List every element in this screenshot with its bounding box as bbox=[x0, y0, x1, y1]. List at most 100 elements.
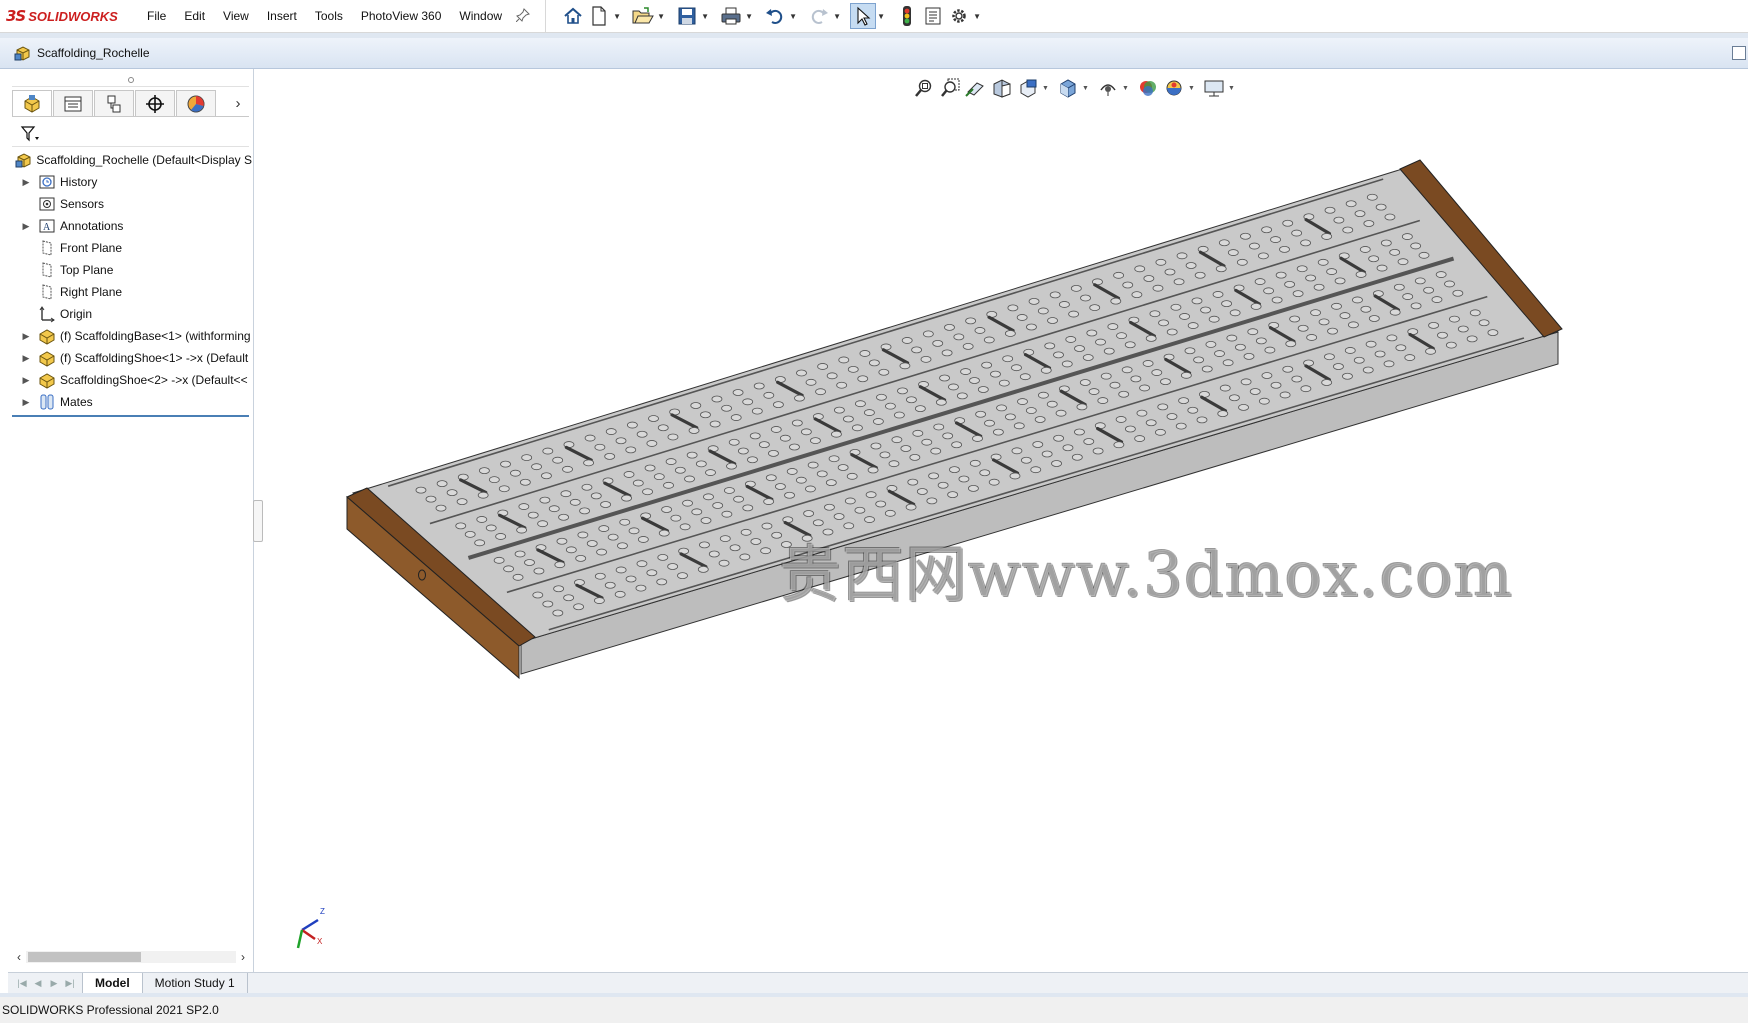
scroll-left-icon[interactable]: ‹ bbox=[12, 950, 26, 964]
first-tab-icon[interactable]: |◀ bbox=[14, 978, 30, 989]
new-document-dropdown-icon[interactable]: ▼ bbox=[612, 3, 622, 29]
redo-dropdown-icon[interactable]: ▼ bbox=[832, 3, 842, 29]
last-tab-icon[interactable]: ▶| bbox=[62, 978, 78, 989]
plank-dimple bbox=[1113, 271, 1125, 279]
tree-item-label: Mates bbox=[60, 395, 93, 409]
plank-dimple bbox=[1300, 239, 1311, 247]
menu-edit[interactable]: Edit bbox=[175, 0, 214, 33]
tree-item[interactable]: ▶ History bbox=[8, 171, 252, 193]
graphics-area[interactable]: ▼ ▼ ▼ ▼ ▼ 贵西网www.3dmox.com Z X bbox=[255, 69, 1748, 972]
tree-item[interactable]: ▶Top Plane bbox=[8, 259, 252, 281]
plank-dimple bbox=[688, 427, 700, 434]
print-icon[interactable] bbox=[718, 3, 744, 29]
next-tab-icon[interactable]: ▶ bbox=[46, 978, 62, 989]
redo-icon[interactable] bbox=[806, 3, 832, 29]
plank-dimple bbox=[1334, 277, 1346, 285]
pin-menu-icon[interactable] bbox=[513, 7, 533, 25]
menu-photoview-360[interactable]: PhotoView 360 bbox=[352, 0, 451, 33]
menu-view[interactable]: View bbox=[214, 0, 258, 33]
more-tabs-chevron-icon[interactable]: › bbox=[227, 90, 249, 116]
plank-dimple bbox=[988, 478, 1000, 486]
plank-dimple bbox=[763, 391, 775, 399]
property-manager-tab-icon[interactable] bbox=[53, 90, 93, 116]
tab-model[interactable]: Model bbox=[82, 973, 143, 993]
menu-file[interactable]: File bbox=[138, 0, 175, 33]
dimxpert-manager-tab-icon[interactable] bbox=[135, 90, 175, 116]
rebuild-icon[interactable] bbox=[894, 3, 920, 29]
plank-dimple bbox=[1395, 344, 1407, 352]
home-icon[interactable] bbox=[560, 3, 586, 29]
plank-dimple bbox=[907, 478, 919, 486]
plank-dimple bbox=[1219, 384, 1231, 392]
plank-dimple bbox=[1201, 365, 1213, 373]
plank-dimple bbox=[661, 506, 673, 513]
tree-item[interactable]: ▶ (f) ScaffoldingShoe<1> ->x (Default bbox=[8, 347, 252, 369]
print-dropdown-icon[interactable]: ▼ bbox=[744, 3, 754, 29]
tree-item[interactable]: ▶Sensors bbox=[8, 193, 252, 215]
expand-arrow-icon[interactable]: ▶ bbox=[20, 221, 32, 232]
expand-arrow-icon[interactable]: ▶ bbox=[20, 353, 32, 364]
plank-dimple bbox=[1061, 360, 1073, 368]
tree-item[interactable]: ▶Front Plane bbox=[8, 237, 252, 259]
plank-dimple bbox=[1366, 193, 1378, 201]
configuration-manager-tab-icon[interactable] bbox=[94, 90, 134, 116]
prev-tab-icon[interactable]: ◀ bbox=[30, 978, 46, 989]
filter-icon[interactable] bbox=[20, 125, 40, 143]
save-dropdown-icon[interactable]: ▼ bbox=[700, 3, 710, 29]
plank-dimple bbox=[914, 405, 926, 413]
plank-dimple bbox=[996, 404, 1007, 412]
menu-window[interactable]: Window bbox=[450, 0, 511, 33]
feature-manager-tab-icon[interactable] bbox=[12, 90, 52, 116]
menu-insert[interactable]: Insert bbox=[258, 0, 306, 33]
plank-dimple bbox=[846, 472, 858, 480]
expand-arrow-icon[interactable]: ▶ bbox=[20, 177, 32, 188]
plank-dimple bbox=[897, 387, 908, 395]
restore-window-icon[interactable] bbox=[1732, 46, 1746, 60]
undo-dropdown-icon[interactable]: ▼ bbox=[788, 3, 798, 29]
tree-filter[interactable] bbox=[12, 121, 249, 147]
scroll-thumb[interactable] bbox=[28, 952, 141, 962]
expand-arrow-icon[interactable]: ▶ bbox=[20, 331, 32, 342]
tree-root-assembly[interactable]: ▶Scaffolding_Rochelle (Default<Display S bbox=[8, 149, 252, 171]
tree-item-label: Top Plane bbox=[60, 263, 114, 277]
tree-item[interactable]: ▶ (f) ScaffoldingBase<1> (withforming bbox=[8, 325, 252, 347]
solidworks-logo[interactable]: 3S SOLIDWORKS bbox=[0, 0, 138, 33]
tree-item[interactable]: ▶ ScaffoldingShoe<2> ->x (Default<< bbox=[8, 369, 252, 391]
panel-splitter-grip[interactable] bbox=[12, 73, 249, 87]
plank-dimple bbox=[1205, 341, 1217, 348]
expand-arrow-icon[interactable]: ▶ bbox=[20, 397, 32, 408]
undo-icon[interactable] bbox=[762, 3, 788, 29]
plank-dimple bbox=[563, 594, 575, 602]
new-document-icon[interactable] bbox=[586, 3, 612, 29]
tree-item[interactable]: ▶Right Plane bbox=[8, 281, 252, 303]
document-title-bar: Scaffolding_Rochelle bbox=[0, 38, 1748, 69]
display-manager-tab-icon[interactable] bbox=[176, 90, 216, 116]
scaffolding-plank-model[interactable] bbox=[255, 69, 1748, 972]
options-dropdown-icon[interactable]: ▼ bbox=[972, 3, 982, 29]
open-dropdown-icon[interactable]: ▼ bbox=[656, 3, 666, 29]
tree-item[interactable]: ▶Origin bbox=[8, 303, 252, 325]
tree-rollback-bar[interactable] bbox=[12, 415, 249, 417]
tree-item[interactable]: ▶ Mates bbox=[8, 391, 252, 413]
plank-dimple bbox=[446, 489, 458, 497]
plank-dimple bbox=[1139, 384, 1150, 392]
open-icon[interactable] bbox=[630, 3, 656, 29]
plank-dimple bbox=[1321, 233, 1333, 240]
plank-dimple bbox=[1389, 308, 1401, 316]
select-dropdown-icon[interactable]: ▼ bbox=[876, 3, 886, 29]
plank-dimple bbox=[1297, 324, 1309, 332]
expand-arrow-icon[interactable]: ▶ bbox=[20, 375, 32, 386]
save-icon[interactable] bbox=[674, 3, 700, 29]
tree-item[interactable]: ▶ A Annotations bbox=[8, 215, 252, 237]
scroll-right-icon[interactable]: › bbox=[236, 950, 250, 964]
options-icon[interactable] bbox=[946, 3, 972, 29]
plank-dimple bbox=[1264, 346, 1276, 354]
plank-dimple bbox=[1375, 203, 1387, 211]
tree-horizontal-scrollbar[interactable]: ‹ › bbox=[12, 949, 250, 965]
select-icon[interactable] bbox=[850, 3, 877, 29]
file-properties-icon[interactable] bbox=[920, 3, 946, 29]
plank-dimple bbox=[1383, 360, 1395, 368]
tab-motion-study-1[interactable]: Motion Study 1 bbox=[143, 973, 248, 993]
panel-collapse-handle[interactable] bbox=[253, 500, 263, 542]
menu-tools[interactable]: Tools bbox=[306, 0, 352, 33]
